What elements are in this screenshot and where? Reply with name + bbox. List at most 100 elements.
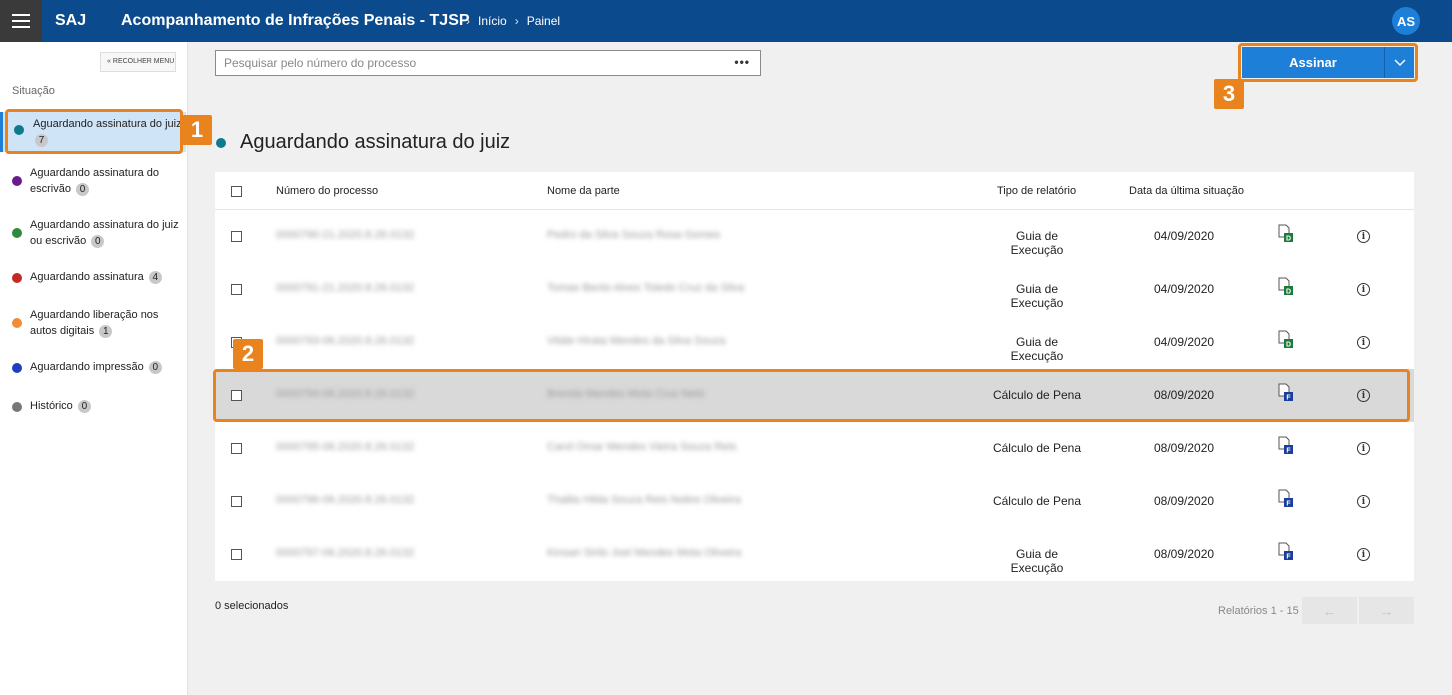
- highlight-box-1: [5, 109, 183, 154]
- top-bar: SAJ Acompanhamento de Infrações Penais -…: [0, 0, 1452, 42]
- count-badge: 0: [76, 183, 90, 196]
- svg-text:F: F: [1286, 554, 1291, 561]
- count-badge: 0: [91, 235, 105, 248]
- process-number[interactable]: 0000790-21.2020.8.26.0132: [276, 229, 414, 241]
- sidebar-item-awaiting-judge-or-clerk[interactable]: Aguardando assinatura do juiz ou escrivã…: [0, 217, 186, 249]
- search-box: •••: [215, 50, 761, 76]
- status-dot: [12, 363, 22, 373]
- sidebar-item-awaiting-clerk[interactable]: Aguardando assinatura do escrivão 0: [0, 165, 186, 197]
- step-marker-2: 2: [233, 339, 263, 369]
- row-checkbox[interactable]: [231, 496, 242, 507]
- select-all-checkbox[interactable]: [231, 186, 242, 197]
- row-checkbox[interactable]: [231, 443, 242, 454]
- table-row[interactable]: 0000790-21.2020.8.26.0132 Pedro da Silva …: [215, 210, 1414, 263]
- info-icon[interactable]: i: [1357, 230, 1370, 243]
- breadcrumb-home[interactable]: Início: [478, 14, 507, 28]
- document-icon[interactable]: F: [1278, 542, 1294, 561]
- process-number[interactable]: 0000797-06.2020.8.26.0132: [276, 547, 414, 559]
- party-name: Kinsari Sirilo Joel Mendes Mota Oliveira: [547, 547, 742, 559]
- report-type: Guia de Execução: [1010, 335, 1064, 363]
- table-row[interactable]: 0000795-06.2020.8.26.0132 Carol Omar Mend…: [215, 422, 1414, 475]
- table-header: Número do processo Nome da parte Tipo de…: [215, 172, 1414, 210]
- chevron-right-icon: ›: [514, 14, 519, 28]
- column-header-date[interactable]: Data da última situação: [1129, 185, 1244, 197]
- svg-text:F: F: [1286, 501, 1291, 508]
- row-checkbox[interactable]: [231, 549, 242, 560]
- party-name: Vitále Hirata Mendes da Silva Souza: [547, 335, 726, 347]
- last-status-date: 08/09/2020: [1154, 494, 1215, 508]
- info-icon[interactable]: i: [1357, 283, 1370, 296]
- status-dot: [12, 228, 22, 238]
- highlight-box-2: [213, 369, 1410, 422]
- breadcrumb: › Início › Painel: [466, 14, 560, 28]
- situation-label: Situação: [12, 85, 55, 97]
- info-icon[interactable]: i: [1357, 548, 1370, 561]
- process-number[interactable]: 0000793-06.2020.8.26.0132: [276, 335, 414, 347]
- sidebar-item-awaiting-signature[interactable]: Aguardando assinatura 4: [0, 269, 186, 285]
- last-status-date: 04/09/2020: [1154, 229, 1215, 243]
- info-icon[interactable]: i: [1357, 495, 1370, 508]
- process-number[interactable]: 0000795-06.2020.8.26.0132: [276, 441, 414, 453]
- status-dot: [216, 137, 226, 148]
- last-status-date: 08/09/2020: [1154, 441, 1215, 455]
- status-dot: [12, 273, 22, 283]
- status-dot: [12, 402, 22, 412]
- breadcrumb-panel[interactable]: Painel: [527, 14, 560, 28]
- row-checkbox[interactable]: [231, 231, 242, 242]
- next-page-button[interactable]: →: [1359, 597, 1414, 624]
- sidebar-item-awaiting-print[interactable]: Aguardando impressão 0: [0, 359, 186, 375]
- document-icon[interactable]: D: [1278, 224, 1294, 243]
- info-icon[interactable]: i: [1357, 336, 1370, 349]
- party-name: Carol Omar Mendes Vieira Souza Reis: [547, 441, 737, 453]
- column-header-party[interactable]: Nome da parte: [547, 185, 620, 197]
- party-name: Pedro da Silva Souza Rosa Gomes: [547, 229, 721, 241]
- highlight-box-3: [1238, 43, 1418, 82]
- status-dot: [12, 176, 22, 186]
- column-header-process[interactable]: Número do processo: [276, 185, 378, 197]
- document-icon[interactable]: F: [1278, 436, 1294, 455]
- double-chevron-left-icon: «: [107, 58, 111, 65]
- document-icon[interactable]: D: [1278, 277, 1294, 296]
- user-avatar[interactable]: AS: [1392, 7, 1420, 35]
- report-type: Guia de Execução: [1010, 229, 1064, 257]
- process-number[interactable]: 0000796-06.2020.8.26.0132: [276, 494, 414, 506]
- report-type: Cálculo de Pena: [992, 441, 1082, 455]
- process-number[interactable]: 0000791-21.2020.8.26.0132: [276, 282, 414, 294]
- step-marker-3: 3: [1214, 79, 1244, 109]
- sidebar-item-awaiting-release[interactable]: Aguardando liberação nos autos digitais …: [0, 307, 186, 339]
- sidebar-item-history[interactable]: Histórico 0: [0, 398, 186, 414]
- count-badge: 4: [148, 271, 162, 284]
- count-badge: 0: [148, 361, 162, 374]
- chevron-right-icon: ›: [466, 14, 470, 28]
- table-row[interactable]: 0000796-06.2020.8.26.0132 Thalita Hilda S…: [215, 475, 1414, 528]
- svg-text:D: D: [1286, 289, 1291, 296]
- last-status-date: 04/09/2020: [1154, 282, 1215, 296]
- search-input[interactable]: [216, 51, 716, 75]
- table-row[interactable]: 0000791-21.2020.8.26.0132 Tomas Bento Alv…: [215, 263, 1414, 316]
- pagination-label: Relatórios 1 - 15: [1218, 605, 1299, 617]
- prev-page-button[interactable]: ←: [1302, 597, 1357, 624]
- report-type: Guia de Execução: [1010, 547, 1064, 575]
- last-status-date: 04/09/2020: [1154, 335, 1215, 349]
- menu-icon[interactable]: [0, 0, 42, 42]
- status-dot: [12, 318, 22, 328]
- collapse-menu-label[interactable]: « RECOLHER MENU: [107, 58, 174, 65]
- more-options-icon[interactable]: •••: [734, 55, 750, 69]
- report-type: Cálculo de Pena: [992, 494, 1082, 508]
- row-checkbox[interactable]: [231, 284, 242, 295]
- info-icon[interactable]: i: [1357, 442, 1370, 455]
- page-title: Aguardando assinatura do juiz: [216, 131, 510, 154]
- brand-name[interactable]: SAJ: [55, 12, 86, 30]
- column-header-type[interactable]: Tipo de relatório: [997, 185, 1076, 197]
- app-title: Acompanhamento de Infrações Penais - TJS…: [121, 12, 470, 29]
- table-row[interactable]: 0000797-06.2020.8.26.0132 Kinsari Sirilo …: [215, 528, 1414, 581]
- report-type: Guia de Execução: [1010, 282, 1064, 310]
- svg-text:D: D: [1286, 342, 1291, 349]
- svg-text:F: F: [1286, 448, 1291, 455]
- count-badge: 1: [99, 325, 113, 338]
- document-icon[interactable]: D: [1278, 330, 1294, 349]
- step-marker-1: 1: [182, 115, 212, 145]
- table-row[interactable]: 0000793-06.2020.8.26.0132 Vitále Hirata M…: [215, 316, 1414, 369]
- document-icon[interactable]: F: [1278, 489, 1294, 508]
- selected-count: 0 selecionados: [215, 600, 289, 612]
